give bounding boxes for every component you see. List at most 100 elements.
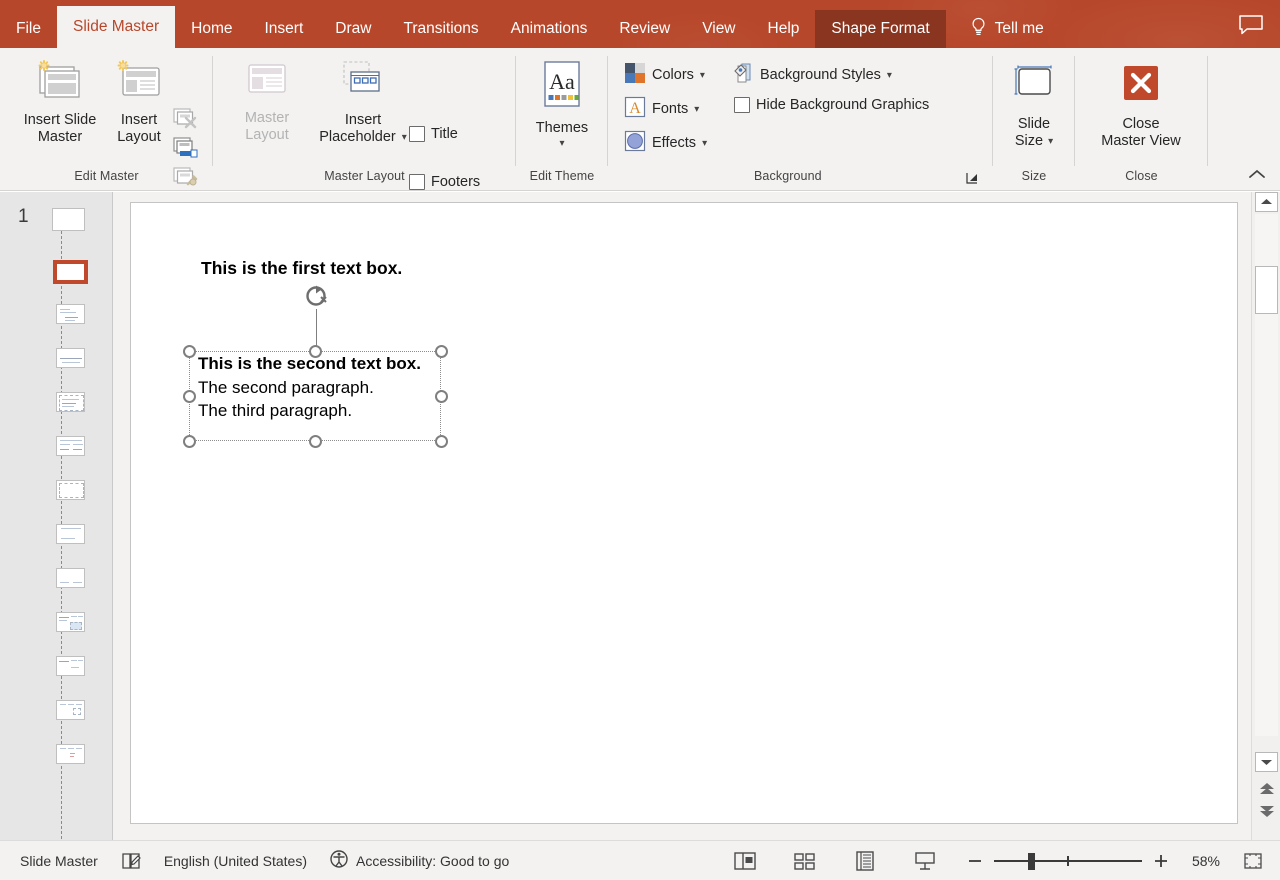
thumbnail-layout-11[interactable] (56, 700, 85, 720)
tab-shape-format[interactable]: Shape Format (815, 10, 946, 48)
resize-handle-middle-left[interactable] (183, 390, 196, 403)
background-styles-button[interactable]: Background Styles ▾ (732, 62, 892, 88)
thumbnail-layout-2[interactable] (56, 304, 85, 324)
hide-background-graphics-checkbox[interactable]: Hide Background Graphics (734, 97, 929, 113)
accessibility-status[interactable]: Accessibility: Good to go (329, 849, 509, 872)
group-label-master-layout: Master Layout (324, 169, 405, 183)
colors-button[interactable]: Colors ▾ (624, 62, 705, 88)
thumbnail-layout-7[interactable] (56, 524, 85, 544)
normal-view-button[interactable] (732, 850, 758, 872)
tab-help[interactable]: Help (752, 10, 816, 48)
slide-size-icon (1010, 62, 1058, 111)
themes-button[interactable]: Aa Themes ▾ (524, 58, 600, 149)
master-layout-icon (244, 60, 290, 105)
thumbnail-layout-4[interactable] (56, 392, 85, 412)
insert-placeholder-label-2: Placeholder (319, 129, 396, 145)
title-checkbox-label: Title (431, 126, 458, 142)
thumbnail-layout-6[interactable] (56, 480, 85, 500)
effects-button[interactable]: Effects ▾ (624, 130, 707, 156)
zoom-in-button[interactable] (1152, 852, 1170, 870)
fonts-button[interactable]: A Fonts ▾ (624, 96, 699, 122)
tab-animations[interactable]: Animations (495, 10, 604, 48)
fit-slide-to-window-button[interactable] (1242, 850, 1264, 872)
resize-handle-bottom-right[interactable] (435, 435, 448, 448)
slide-size-button[interactable]: Slide Size ▾ (1001, 62, 1067, 150)
resize-handle-top-right[interactable] (435, 345, 448, 358)
slide-size-label-2: Size (1014, 133, 1044, 149)
insert-layout-label-2: Layout (117, 129, 161, 145)
zoom-level-label[interactable]: 58% (1182, 853, 1220, 869)
tab-file[interactable]: File (0, 10, 57, 48)
thumbnail-layout-12[interactable] (56, 744, 85, 764)
zoom-slider[interactable] (994, 852, 1142, 870)
ribbon-group-edit-theme: Aa Themes ▾ Edit Theme (516, 48, 608, 191)
slide-master-thumbnail-pane[interactable]: 1 (0, 192, 113, 880)
ribbon-group-master-layout: Master Layout Insert Placeholder ▾ Title… (213, 48, 516, 191)
rotation-handle[interactable] (303, 281, 333, 311)
next-slide-button[interactable] (1258, 804, 1276, 820)
collapse-ribbon-button[interactable] (1246, 164, 1268, 184)
group-separator (1207, 56, 1208, 166)
master-hierarchy-line (61, 226, 62, 880)
comment-icon[interactable] (1238, 14, 1264, 36)
text-box-1[interactable]: This is the first text box. (201, 258, 402, 279)
tab-home[interactable]: Home (175, 10, 248, 48)
title-checkbox[interactable]: Title (409, 126, 458, 142)
tab-slide-master[interactable]: Slide Master (56, 6, 176, 48)
delete-master-button[interactable] (172, 106, 200, 137)
colors-label: Colors (652, 67, 694, 83)
chevron-down-icon: ▾ (699, 69, 705, 81)
fonts-label: Fonts (652, 101, 689, 117)
resize-handle-middle-right[interactable] (435, 390, 448, 403)
resize-handle-top-center[interactable] (309, 345, 322, 358)
previous-slide-button[interactable] (1258, 780, 1276, 796)
thumbnail-layout-1[interactable] (53, 260, 88, 284)
master-layout-button[interactable]: Master Layout (227, 60, 307, 144)
notes-icon[interactable] (120, 851, 142, 871)
slide-sorter-view-button[interactable] (792, 850, 818, 872)
accessibility-label: Accessibility: Good to go (356, 852, 510, 869)
insert-placeholder-button[interactable]: Insert Placeholder ▾ (305, 58, 421, 146)
thumbnail-layout-8[interactable] (56, 568, 85, 588)
group-label-edit-theme: Edit Theme (529, 169, 595, 183)
background-dialog-launcher[interactable] (965, 171, 979, 185)
reading-view-button[interactable] (852, 850, 878, 872)
thumbnail-layout-5[interactable] (56, 436, 85, 456)
text-box-2-line-2: The second paragraph. (198, 377, 374, 397)
thumbnail-layout-3[interactable] (56, 348, 85, 368)
tab-draw[interactable]: Draw (319, 10, 387, 48)
insert-layout-icon (113, 58, 165, 107)
insert-slide-master-label-1: Insert Slide (23, 112, 97, 128)
thumbnail-slide-master[interactable] (52, 208, 85, 231)
close-master-view-button[interactable]: Close Master View (1081, 62, 1201, 150)
rename-master-button[interactable] (172, 136, 200, 167)
slide-surface[interactable]: This is the first text box. This is the … (130, 202, 1238, 824)
master-layout-label-1: Master (244, 110, 290, 126)
tab-transitions[interactable]: Transitions (387, 10, 494, 48)
tab-insert[interactable]: Insert (249, 10, 320, 48)
language-label[interactable]: English (United States) (164, 853, 307, 869)
vertical-scrollbar[interactable] (1251, 192, 1280, 840)
zoom-slider-knob[interactable] (1028, 852, 1035, 870)
tab-review[interactable]: Review (603, 10, 686, 48)
scroll-down-button[interactable] (1255, 752, 1278, 772)
slide-show-view-button[interactable] (912, 850, 938, 872)
resize-handle-bottom-center[interactable] (309, 435, 322, 448)
insert-layout-button[interactable]: Insert Layout (110, 58, 168, 146)
tell-me-search[interactable]: Tell me (960, 10, 1054, 48)
tab-view[interactable]: View (686, 10, 751, 48)
ribbon-group-edit-master: Insert Slide Master Insert Layout Edit M… (0, 48, 213, 191)
scroll-up-button[interactable] (1255, 192, 1278, 212)
chevron-down-icon: ▾ (401, 132, 407, 143)
resize-handle-bottom-left[interactable] (183, 435, 196, 448)
zoom-out-button[interactable] (966, 852, 984, 870)
background-styles-label: Background Styles (760, 67, 881, 83)
insert-slide-master-button[interactable]: Insert Slide Master (12, 58, 108, 146)
thumbnail-layout-9[interactable] (56, 612, 85, 632)
resize-handle-top-left[interactable] (183, 345, 196, 358)
thumbnail-layout-10[interactable] (56, 656, 85, 676)
scrollbar-thumb[interactable] (1255, 266, 1278, 314)
insert-slide-master-label-2: Master (37, 129, 83, 145)
status-view-name[interactable]: Slide Master (20, 853, 98, 869)
text-box-2[interactable]: This is the second text box. The second … (189, 351, 441, 441)
